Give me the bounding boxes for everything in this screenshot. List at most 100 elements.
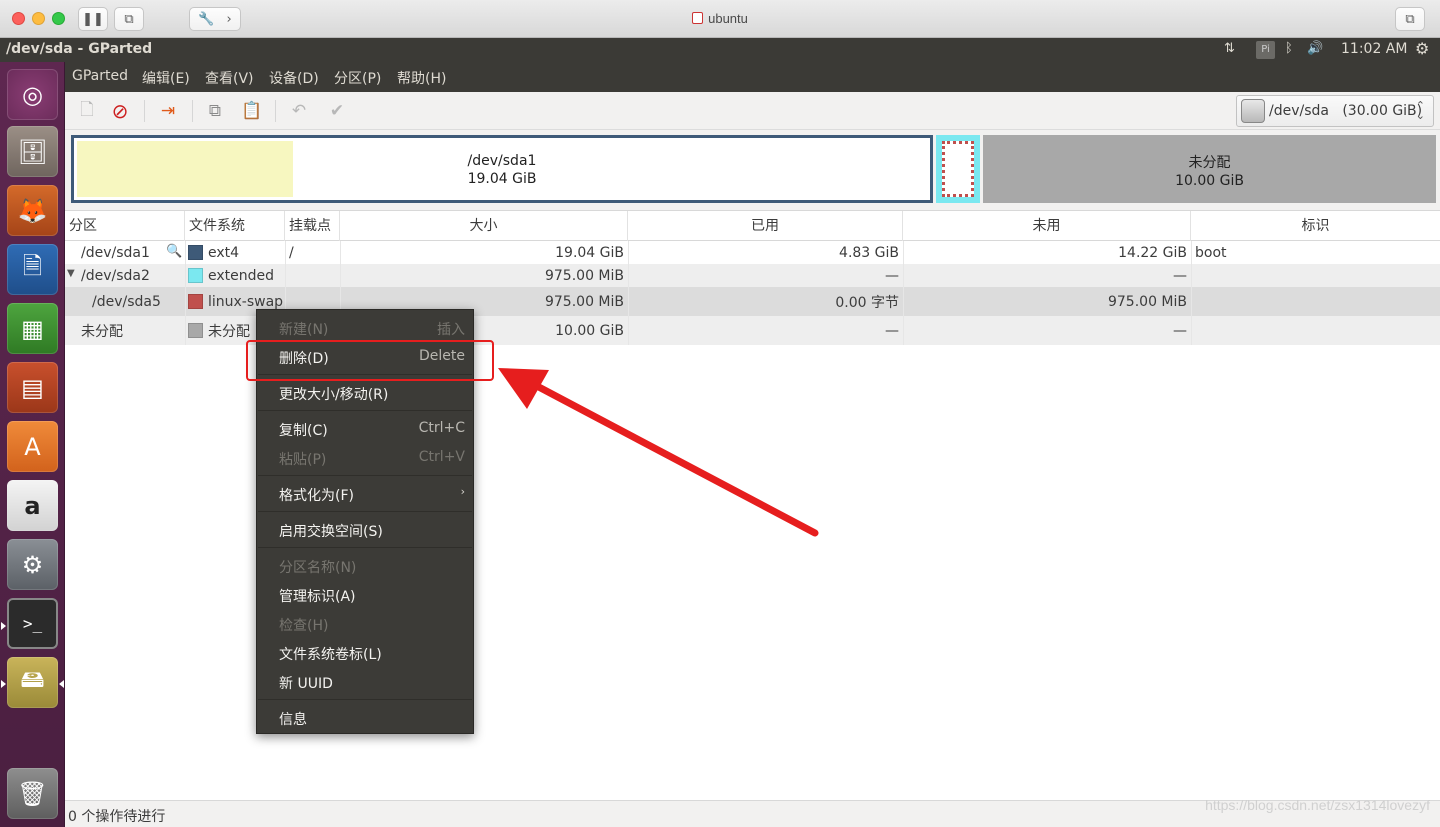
column-divider <box>628 241 629 345</box>
column-header-partition[interactable]: 分区 <box>65 211 185 241</box>
writer-launcher[interactable]: 🗎 <box>7 244 58 295</box>
fullscreen-button[interactable]: ⧉ <box>1395 7 1425 31</box>
partition-block-sda1[interactable]: /dev/sda1 19.04 GiB <box>71 135 933 203</box>
copy-button[interactable]: ⧉ <box>203 99 227 123</box>
menu-item-partition-name[interactable]: 分区名称(N) <box>257 552 473 581</box>
menu-gparted[interactable]: GParted <box>72 68 128 84</box>
table-row[interactable]: ▼ /dev/sda2 extended 975.00 MiB — — <box>65 264 1440 287</box>
paste-icon: 📋 <box>241 101 263 121</box>
table-header: 分区 文件系统 挂载点 大小 已用 未用 标识 <box>65 210 1440 241</box>
amazon-launcher[interactable]: a <box>7 480 58 531</box>
software-center-launcher[interactable]: A <box>7 421 58 472</box>
menu-item-check[interactable]: 检查(H) <box>257 610 473 639</box>
device-selector-label: /dev/sda (30.00 GiB) <box>1269 103 1423 119</box>
trash-launcher[interactable]: 🗑 <box>7 768 58 819</box>
toolbar: 🗋 ⊘ ⇥ ⧉ 📋 ↶ ✔ /dev/sda (30.00 GiB) ⌃ ⌄ <box>65 92 1440 130</box>
menu-item-fs-label[interactable]: 文件系统卷标(L) <box>257 639 473 668</box>
used-cell: — <box>885 322 899 339</box>
annotation-highlight-box <box>246 340 494 381</box>
paste-button[interactable]: 📋 <box>240 99 264 123</box>
column-header-filesystem[interactable]: 文件系统 <box>185 211 285 241</box>
menu-item-format-as[interactable]: 格式化为(F) › <box>257 480 473 509</box>
column-header-size[interactable]: 大小 <box>340 211 628 241</box>
undo-button[interactable]: ↶ <box>287 99 311 123</box>
copy-icon: ⧉ <box>208 101 222 121</box>
menu-item-resize-move[interactable]: 更改大小/移动(R) <box>257 379 473 408</box>
harddisk-icon: 🖴 <box>20 665 45 693</box>
table-row[interactable]: /dev/sda1 🔍 ext4 / 19.04 GiB 4.83 GiB 14… <box>65 241 1440 264</box>
menu-separator <box>258 475 472 476</box>
partition-block-label: 未分配 10.00 GiB <box>1175 155 1244 189</box>
volume-icon[interactable]: 🔊 <box>1307 41 1323 56</box>
impress-launcher[interactable]: ▤ <box>7 362 58 413</box>
expander-arrow-icon[interactable]: ▼ <box>67 268 75 279</box>
column-header-unused[interactable]: 未用 <box>903 211 1191 241</box>
watermark: https://blog.csdn.net/zsx1314lovezyf <box>1205 797 1430 813</box>
filesystem-cell: ext4 <box>188 241 239 264</box>
toolbar-separator <box>144 100 145 122</box>
menu-item-manage-flags[interactable]: 管理标识(A) <box>257 581 473 610</box>
calc-launcher[interactable]: ▦ <box>7 303 58 354</box>
column-header-used[interactable]: 已用 <box>628 211 903 241</box>
menu-item-paste[interactable]: 粘贴(P) Ctrl+V <box>257 444 473 473</box>
delete-partition-button[interactable]: ⊘ <box>108 99 132 123</box>
firefox-icon: 🦊 <box>17 196 48 225</box>
partition-block-sda5[interactable] <box>942 141 974 197</box>
new-partition-button[interactable]: 🗋 <box>75 99 99 123</box>
delete-icon: ⊘ <box>111 99 129 123</box>
used-cell: — <box>885 267 899 284</box>
partition-block-extended[interactable] <box>936 135 980 203</box>
mountpoint-cell: / <box>289 244 294 261</box>
harddisk-icon <box>1241 99 1265 123</box>
size-cell: 975.00 MiB <box>544 267 624 284</box>
menu-separator <box>258 511 472 512</box>
column-header-flags[interactable]: 标识 <box>1191 211 1440 241</box>
menu-item-new[interactable]: 新建(N) 插入 <box>257 314 473 343</box>
updown-arrow-icon: ⌃ ⌄ <box>1415 99 1425 122</box>
gparted-launcher[interactable]: 🖴 <box>7 657 58 708</box>
resize-arrow-icon: ⇥ <box>160 101 176 121</box>
pending-operations-label: 0 个操作待进行 <box>68 809 166 825</box>
top-panel: /dev/sda - GParted ⇅ Pi ᛒ 🔊 11:02 AM ⚙ <box>0 38 1440 62</box>
unused-cell: 14.22 GiB <box>1118 244 1187 261</box>
bluetooth-icon[interactable]: ᛒ <box>1285 41 1293 56</box>
system-settings-launcher[interactable]: ⚙ <box>7 539 58 590</box>
unused-cell: — <box>1173 322 1187 339</box>
filesystem-cell: extended <box>188 264 274 287</box>
host-titlebar: ❚❚ ⧉ 🔧 › ubuntu ⧉ <box>0 0 1440 38</box>
terminal-launcher[interactable]: >_ <box>7 598 58 649</box>
menu-item-new-uuid[interactable]: 新 UUID <box>257 668 473 697</box>
firefox-launcher[interactable]: 🦊 <box>7 185 58 236</box>
menu-edit[interactable]: 编辑(E) <box>142 68 190 88</box>
settings-gear-icon[interactable]: ⚙ <box>1415 39 1429 58</box>
dash-home-button[interactable]: ◎ <box>7 69 58 120</box>
resize-move-button[interactable]: ⇥ <box>156 99 180 123</box>
partition-cell: /dev/sda5 <box>92 293 161 310</box>
vm-icon <box>692 12 704 24</box>
menu-view[interactable]: 查看(V) <box>205 68 254 88</box>
menu-item-swapon[interactable]: 启用交换空间(S) <box>257 516 473 545</box>
launcher: ◎ 🗄 🦊 🗎 ▦ ▤ A a ⚙ >_ 🖴 🗑 <box>0 62 65 827</box>
new-document-icon: 🗋 <box>80 99 94 120</box>
menu-item-information[interactable]: 信息 <box>257 704 473 733</box>
network-icon[interactable]: ⇅ <box>1224 41 1235 56</box>
clock[interactable]: 11:02 AM <box>1341 41 1407 57</box>
submenu-arrow-icon: › <box>460 485 465 498</box>
column-divider <box>1191 241 1192 345</box>
apply-button[interactable]: ✔ <box>325 99 349 123</box>
partition-block-unallocated[interactable]: 未分配 10.00 GiB <box>983 135 1436 203</box>
files-launcher[interactable]: 🗄 <box>7 126 58 177</box>
menu-device[interactable]: 设备(D) <box>269 68 319 88</box>
device-selector[interactable]: /dev/sda (30.00 GiB) ⌃ ⌄ <box>1236 95 1434 127</box>
menu-partition[interactable]: 分区(P) <box>334 68 381 88</box>
fullscreen-icon: ⧉ <box>1405 11 1415 27</box>
flags-cell: boot <box>1195 244 1227 261</box>
input-method-indicator[interactable]: Pi <box>1256 41 1275 59</box>
undo-icon: ↶ <box>291 101 307 121</box>
menu-help[interactable]: 帮助(H) <box>397 68 446 88</box>
menu-item-copy[interactable]: 复制(C) Ctrl+C <box>257 415 473 444</box>
filesystem-cell: 未分配 <box>188 316 250 345</box>
shopping-bag-icon: A <box>24 432 41 461</box>
column-divider <box>903 241 904 345</box>
column-header-mountpoint[interactable]: 挂载点 <box>285 211 340 241</box>
